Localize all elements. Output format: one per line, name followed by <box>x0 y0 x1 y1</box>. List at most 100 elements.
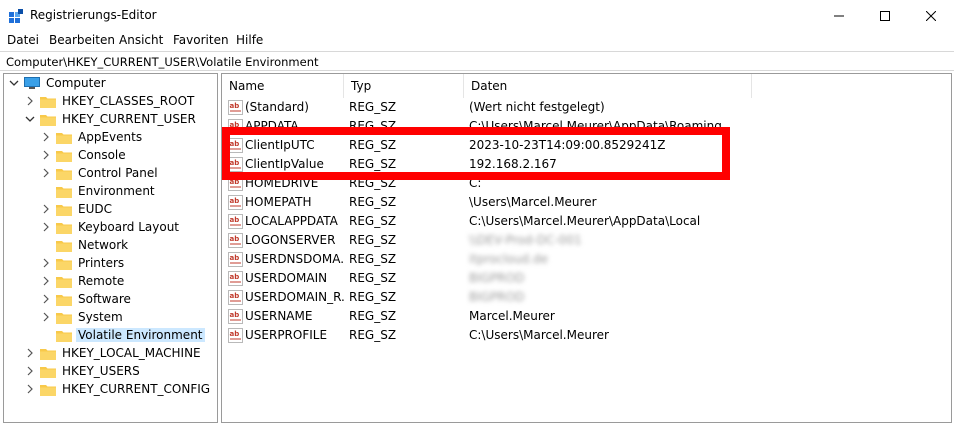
tree-item-hkey-current-user[interactable]: HKEY_CURRENT_USER <box>24 110 198 128</box>
value-type: REG_SZ <box>349 252 397 266</box>
value-name: USERDOMAIN_R... <box>245 290 345 304</box>
tree-item-hkey-current-config[interactable]: HKEY_CURRENT_CONFIG <box>24 380 212 398</box>
tree-label: System <box>78 310 123 324</box>
folder-open-icon <box>40 114 56 126</box>
tree-label: Printers <box>78 256 125 270</box>
value-data: (Wert nicht festgelegt) <box>469 100 605 114</box>
chevron-right-icon[interactable] <box>40 149 52 161</box>
chevron-right-icon[interactable] <box>40 257 52 269</box>
string-value-icon: ab <box>228 195 243 210</box>
tree-label: HKEY_CLASSES_ROOT <box>62 94 195 108</box>
tree-label: Remote <box>78 274 125 288</box>
folder-icon <box>56 312 72 324</box>
string-value-icon: ab <box>228 100 243 115</box>
value-name: HOMEPATH <box>245 195 312 209</box>
column-header-data[interactable]: Daten <box>464 74 752 98</box>
tree-item-hkey-users[interactable]: HKEY_USERS <box>24 362 142 380</box>
tree-item-keyboard-layout[interactable]: Keyboard Layout <box>40 218 181 236</box>
value-data: BIGPROD <box>469 271 525 285</box>
value-row[interactable]: ab USERDOMAIN_R... REG_SZ BIGPROD <box>222 288 951 307</box>
tree-item-appevents[interactable]: AppEvents <box>40 128 144 146</box>
tree-item-eudc[interactable]: EUDC <box>40 200 114 218</box>
tree-label: HKEY_CURRENT_CONFIG <box>62 382 211 396</box>
menu-bearbeiten[interactable]: Bearbeiten <box>49 33 115 47</box>
tree-item-control-panel[interactable]: Control Panel <box>40 164 160 182</box>
chevron-right-icon[interactable] <box>40 275 52 287</box>
column-header-type[interactable]: Typ <box>344 74 464 98</box>
chevron-right-icon[interactable] <box>24 347 36 359</box>
maximize-button[interactable] <box>862 0 908 31</box>
chevron-down-icon[interactable] <box>8 77 20 89</box>
tree-item-remote[interactable]: Remote <box>40 272 126 290</box>
tree-item-console[interactable]: Console <box>40 146 128 164</box>
value-data: C:\Users\Marcel.Meurer <box>469 328 609 342</box>
menu-hilfe[interactable]: Hilfe <box>236 33 263 47</box>
folder-icon <box>56 276 72 288</box>
value-row[interactable]: ab LOGONSERVER REG_SZ \\DEV-Prod-DC-001 <box>222 231 951 250</box>
value-row[interactable]: ab USERDOMAIN REG_SZ BIGPROD <box>222 269 951 288</box>
tree-label: Environment <box>78 184 155 198</box>
tree-label: HKEY_LOCAL_MACHINE <box>62 346 201 360</box>
tree-label: HKEY_CURRENT_USER <box>62 112 196 126</box>
menu-ansicht[interactable]: Ansicht <box>119 33 163 47</box>
value-row[interactable]: ab HOMEPATH REG_SZ \Users\Marcel.Meurer <box>222 193 951 212</box>
folder-icon <box>40 384 56 396</box>
window-title: Registrierungs-Editor <box>30 8 157 22</box>
value-data: BIGPROD <box>469 290 525 304</box>
svg-text:ab: ab <box>230 102 240 110</box>
value-type: REG_SZ <box>349 233 397 247</box>
folder-icon <box>56 204 72 216</box>
value-type: REG_SZ <box>349 100 397 114</box>
tree-item-environment[interactable]: Environment <box>40 182 157 200</box>
chevron-down-icon[interactable] <box>24 113 36 125</box>
value-name: USERDOMAIN <box>245 271 328 285</box>
menu-datei[interactable]: Datei <box>7 33 39 47</box>
value-data: Marcel.Meurer <box>469 309 555 323</box>
string-value-icon: ab <box>228 214 243 229</box>
tree-item-system[interactable]: System <box>40 308 125 326</box>
chevron-right-icon[interactable] <box>24 383 36 395</box>
chevron-right-icon[interactable] <box>40 311 52 323</box>
svg-text:ab: ab <box>230 330 240 338</box>
value-row[interactable]: ab USERPROFILE REG_SZ C:\Users\Marcel.Meure… <box>222 326 951 345</box>
value-type: REG_SZ <box>349 328 397 342</box>
menu-favoriten[interactable]: Favoriten <box>173 33 229 47</box>
tree-item-hkey-classes-root[interactable]: HKEY_CLASSES_ROOT <box>24 92 196 110</box>
value-row[interactable]: ab USERDNSDOMA... REG_SZ itprocloud.de <box>222 250 951 269</box>
tree-item-network[interactable]: Network <box>40 236 130 254</box>
value-row[interactable]: ab (Standard) REG_SZ (Wert nicht festgelegt… <box>222 98 951 117</box>
address-path[interactable]: Computer\HKEY_CURRENT_USER\Volatile Envi… <box>6 55 319 69</box>
address-bar[interactable]: Computer\HKEY_CURRENT_USER\Volatile Envi… <box>0 51 954 71</box>
chevron-right-icon[interactable] <box>40 221 52 233</box>
tree-item-software[interactable]: Software <box>40 290 133 308</box>
close-button[interactable] <box>908 0 954 31</box>
values-list[interactable]: Name Typ Daten ab (Standard) REG_SZ (Wert n… <box>221 73 952 423</box>
svg-text:ab: ab <box>230 273 240 281</box>
tree-item-printers[interactable]: Printers <box>40 254 126 272</box>
value-row[interactable]: ab LOCALAPPDATA REG_SZ C:\Users\Marcel.Meur… <box>222 212 951 231</box>
svg-text:ab: ab <box>230 311 240 319</box>
tree-label: Network <box>78 238 129 252</box>
chevron-right-icon[interactable] <box>40 203 52 215</box>
chevron-right-icon[interactable] <box>24 95 36 107</box>
folder-icon <box>56 240 72 252</box>
key-tree[interactable]: Computer HKEY_CLASSES_ROOT HKEY_CURRENT_… <box>3 73 218 423</box>
value-type: REG_SZ <box>349 290 397 304</box>
chevron-right-icon[interactable] <box>24 365 36 377</box>
value-name: USERDNSDOMA... <box>245 252 345 266</box>
svg-text:ab: ab <box>230 197 240 205</box>
value-name: (Standard) <box>245 100 309 114</box>
chevron-right-icon[interactable] <box>40 293 52 305</box>
tree-item-volatile-environment[interactable]: Volatile Environment <box>40 326 205 344</box>
tree-label: Console <box>78 148 126 162</box>
menu-bar: Datei Bearbeiten Ansicht Favoriten Hilfe <box>0 31 954 51</box>
chevron-right-icon[interactable] <box>40 131 52 143</box>
folder-icon <box>56 132 72 144</box>
value-row[interactable]: ab USERNAME REG_SZ Marcel.Meurer <box>222 307 951 326</box>
folder-open-icon <box>56 330 72 342</box>
chevron-right-icon[interactable] <box>40 167 52 179</box>
column-header-name[interactable]: Name <box>222 74 344 98</box>
minimize-button[interactable] <box>816 0 862 31</box>
tree-item-computer[interactable]: Computer <box>8 74 108 92</box>
tree-item-hkey-local-machine[interactable]: HKEY_LOCAL_MACHINE <box>24 344 203 362</box>
